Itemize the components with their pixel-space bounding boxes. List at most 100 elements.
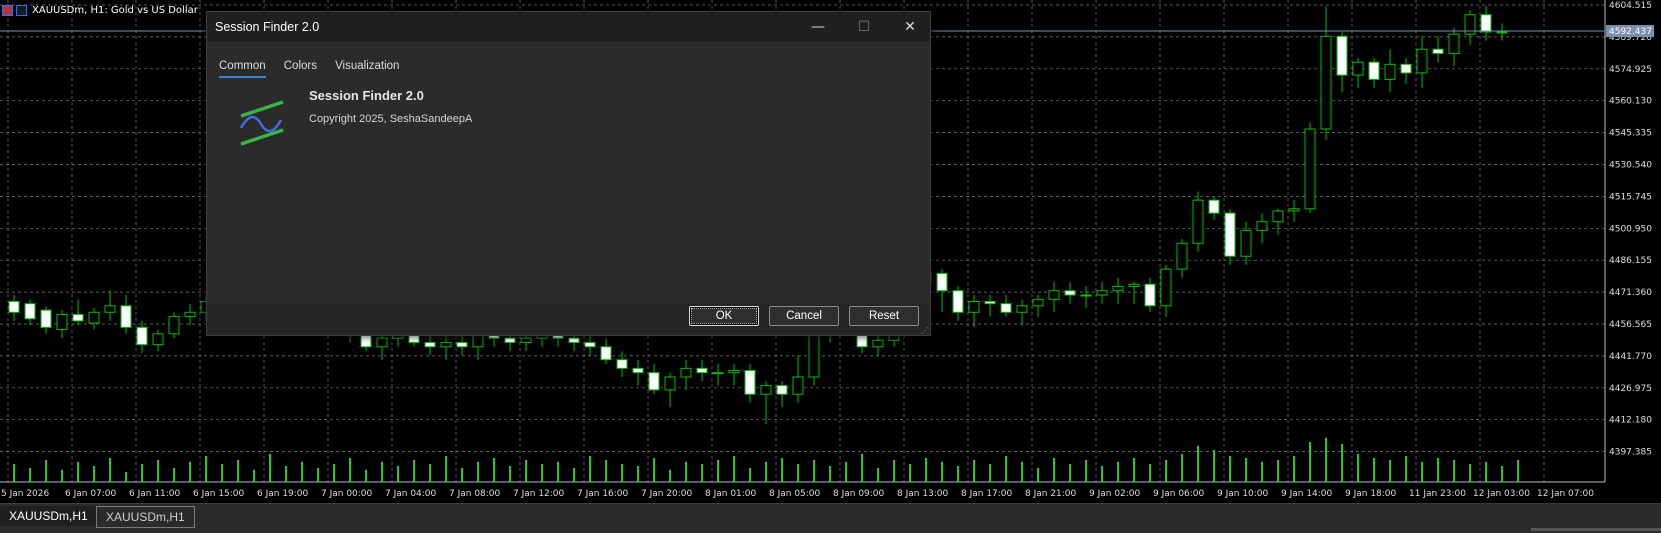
reset-button[interactable]: Reset (849, 306, 919, 326)
candle-body (136, 326, 148, 346)
candle-body (1128, 283, 1140, 287)
product-copyright: Copyright 2025, SeshaSandeepA (309, 113, 473, 125)
time-label: 7 Jan 16:00 (577, 489, 629, 499)
price-label: 4530.540 (1609, 161, 1652, 171)
candle-body (1496, 31, 1508, 34)
candle-body (1176, 242, 1188, 270)
candle-body (632, 367, 644, 374)
candle-body (680, 367, 692, 378)
candle-body (1320, 35, 1332, 130)
candle-body (1416, 48, 1428, 74)
candle-body (1064, 290, 1076, 296)
tabs-scrollbar[interactable] (1531, 528, 1661, 531)
candle-body (1016, 305, 1028, 313)
time-label: 8 Jan 17:00 (961, 489, 1013, 499)
price-label: 4441.770 (1609, 352, 1652, 362)
dialog-tab-strip: Common Colors Visualization (219, 54, 412, 78)
price-label: 4500.950 (1609, 224, 1652, 234)
candle-body (616, 359, 628, 369)
current-price-label: 4592.437 (1609, 27, 1652, 37)
time-label: 8 Jan 05:00 (769, 489, 821, 499)
candle-body (440, 341, 452, 348)
time-label: 6 Jan 07:00 (65, 489, 117, 499)
symbol-book-icon[interactable] (2, 4, 13, 16)
price-label: 4412.180 (1609, 416, 1652, 426)
candle-body (664, 376, 676, 391)
candle-body (1224, 212, 1236, 257)
candle-body (376, 337, 388, 348)
candle-body (1288, 208, 1300, 212)
one-click-trading-icon[interactable] (16, 4, 27, 16)
candle-body (504, 337, 516, 343)
candle-body (104, 305, 116, 313)
time-label: 8 Jan 09:00 (833, 489, 885, 499)
candle-body (88, 311, 100, 324)
price-label: 4456.565 (1609, 320, 1652, 330)
cancel-button[interactable]: Cancel (769, 306, 839, 326)
time-label: 6 Jan 11:00 (129, 489, 181, 499)
price-label: 4560.130 (1609, 97, 1652, 107)
minimize-button[interactable]: — (795, 12, 841, 42)
candle-body (1480, 14, 1492, 33)
candle-body (952, 290, 964, 313)
candle-body (1144, 283, 1156, 307)
ok-button[interactable]: OK (689, 306, 759, 326)
candle-body (424, 341, 436, 348)
time-label: 8 Jan 01:00 (705, 489, 757, 499)
time-label: 6 Jan 15:00 (193, 489, 245, 499)
candle-body (872, 339, 884, 348)
price-label: 4604.515 (1609, 1, 1652, 11)
candle-body (1160, 268, 1172, 307)
candle-body (1352, 61, 1364, 76)
candle-body (648, 372, 660, 391)
dialog-title: Session Finder 2.0 (215, 20, 320, 34)
candle-body (72, 313, 84, 322)
candle-body (1272, 210, 1284, 223)
price-label: 4471.360 (1609, 288, 1652, 298)
time-label: 8 Jan 21:00 (1025, 489, 1077, 499)
tab-common[interactable]: Common (219, 60, 266, 78)
close-button[interactable]: ✕ (887, 12, 933, 42)
candle-body (568, 337, 580, 343)
time-label: 7 Jan 12:00 (513, 489, 565, 499)
candle-body (1448, 33, 1460, 55)
time-label: 7 Jan 04:00 (385, 489, 437, 499)
candle-body (1432, 48, 1444, 55)
price-label: 4515.745 (1609, 192, 1652, 202)
price-label: 4545.335 (1609, 129, 1652, 139)
candle-body (1080, 294, 1092, 297)
candle-body (728, 369, 740, 374)
tab-colors[interactable]: Colors (284, 60, 317, 76)
candle-body (1304, 128, 1316, 210)
candle-body (1208, 199, 1220, 214)
candle-body (1096, 290, 1108, 296)
session-finder-logo-icon (237, 94, 287, 150)
candle-body (1256, 221, 1268, 231)
resize-grip-icon[interactable]: ⋰ (921, 326, 929, 335)
price-label: 4486.155 (1609, 256, 1652, 266)
candle-body (968, 301, 980, 313)
candle-body (1048, 290, 1060, 300)
chart-title-bar: XAUUSDm, H1: Gold vs US Dollar (0, 3, 198, 17)
candle-body (1240, 229, 1252, 257)
maximize-button[interactable]: ☐ (841, 12, 887, 42)
dialog-titlebar[interactable]: Session Finder 2.0 — ☐ ✕ (207, 12, 930, 42)
time-label: 6 Jan 19:00 (257, 489, 309, 499)
candle-body (8, 301, 20, 313)
tab-visualization[interactable]: Visualization (335, 60, 399, 76)
candle-body (1112, 285, 1124, 292)
candle-body (168, 316, 180, 335)
candle-body (936, 272, 948, 292)
candle-body (24, 303, 36, 320)
chart-tab-1[interactable]: XAUUSDm,H1 (0, 506, 97, 526)
time-label: 7 Jan 00:00 (321, 489, 373, 499)
chart-tab-2[interactable]: XAUUSDm,H1 (96, 506, 195, 528)
candle-body (1032, 298, 1044, 307)
price-label: 4574.925 (1609, 65, 1652, 75)
candle-body (1384, 63, 1396, 80)
candle-body (1000, 303, 1012, 313)
candle-body (456, 341, 468, 348)
time-label: 7 Jan 08:00 (449, 489, 501, 499)
candle-body (1336, 35, 1348, 76)
time-label: 9 Jan 10:00 (1217, 489, 1269, 499)
